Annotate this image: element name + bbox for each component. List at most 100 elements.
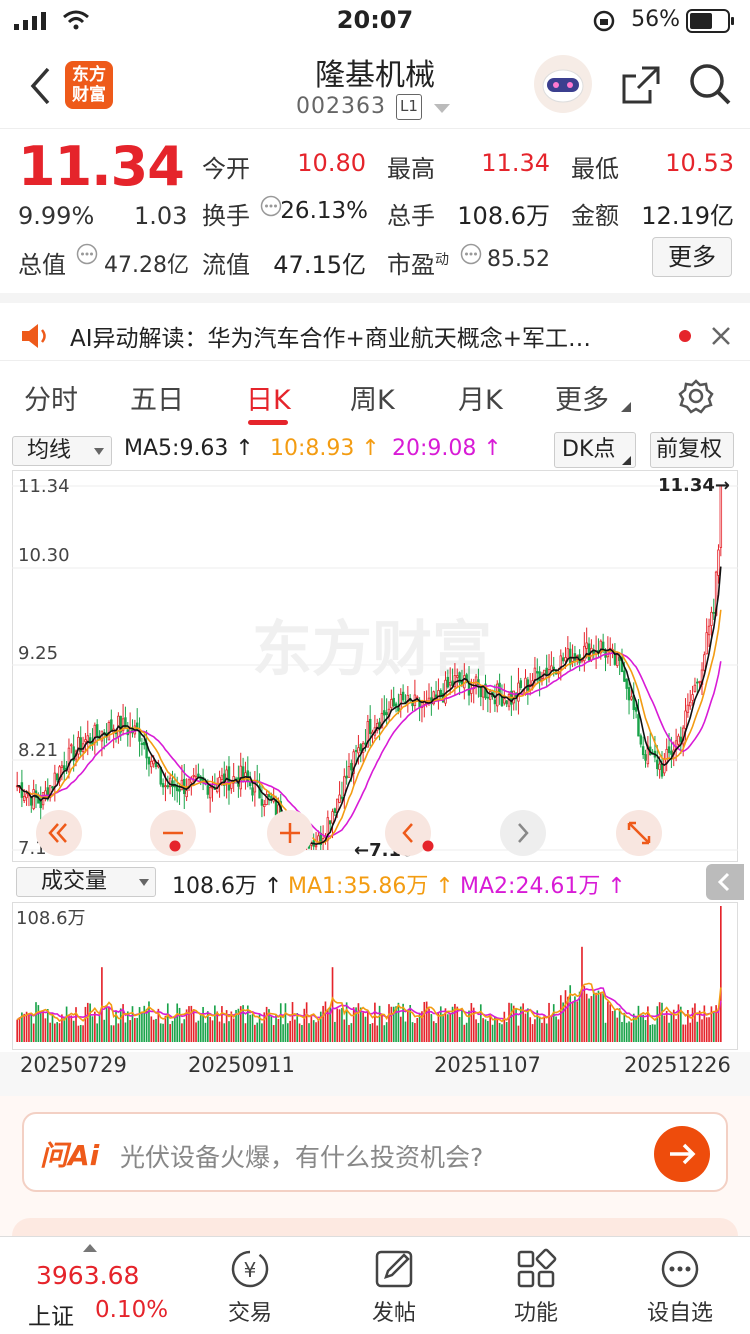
adjust-price-button[interactable]: 前复权	[650, 432, 734, 468]
candle-body	[644, 754, 647, 761]
volume-bar	[461, 1008, 463, 1042]
volume-bar	[503, 1011, 506, 1042]
zoom-in-button[interactable]	[267, 810, 313, 856]
more-quote-button[interactable]: 更多	[652, 237, 732, 277]
amount-label: 金额	[571, 202, 619, 230]
candle-body	[267, 794, 271, 798]
volume-bar	[675, 1019, 677, 1042]
volume-bar	[159, 1023, 162, 1042]
volume-chart[interactable]: 108.6万	[12, 902, 738, 1050]
volume-bar	[484, 1019, 487, 1042]
volume-bar	[310, 1016, 313, 1042]
volume-bar	[166, 1003, 169, 1042]
tab-monthly-k[interactable]: 月K	[458, 378, 503, 417]
info-dots-icon[interactable]	[460, 243, 482, 265]
tab-more[interactable]: 更多	[555, 378, 609, 417]
tab-daily-k[interactable]: 日K	[246, 378, 291, 417]
volume-bar	[138, 1007, 141, 1042]
candle-body	[147, 756, 151, 765]
tab-weekly-k[interactable]: 周K	[350, 378, 395, 417]
candle-body	[698, 680, 701, 683]
volume-bar	[705, 1017, 708, 1042]
volume-bar	[614, 1009, 616, 1042]
kline-chart[interactable]: 东方财富 11.34 10.30 9.25 8.21 7.16 11.34→ ←…	[12, 470, 738, 862]
candle-body	[166, 785, 170, 788]
candle-body	[486, 696, 490, 699]
tab-intraday[interactable]: 分时	[24, 378, 78, 417]
volume-bar	[199, 1015, 202, 1042]
volume-bar	[428, 1008, 430, 1042]
candle-body	[519, 680, 523, 689]
candle-body	[208, 786, 212, 799]
volume-bar	[350, 1023, 353, 1042]
volume-bar	[414, 1023, 416, 1042]
tab-five-day[interactable]: 五日	[130, 378, 184, 417]
index-change: 0.10%	[95, 1297, 169, 1323]
index-ticker[interactable]: 3963.68 上证 0.10%	[0, 1237, 180, 1334]
ai-ask-input[interactable]: 问Ai 光伏设备火爆，有什么投资机会?	[22, 1112, 728, 1192]
volume-bar	[482, 1018, 484, 1042]
volume-value: 108.6万	[457, 202, 550, 230]
nav-custom-watchlist[interactable]: 设自选	[630, 1247, 730, 1326]
volume-bar	[286, 1023, 289, 1042]
pe-label: 市盈动	[387, 251, 449, 279]
volume-bar	[197, 1020, 200, 1042]
volume-bar	[129, 1020, 131, 1042]
dropdown-triangle-icon	[94, 448, 104, 455]
date-label: 20251107	[434, 1053, 541, 1077]
search-icon[interactable]	[688, 62, 732, 106]
candle-body	[32, 789, 35, 810]
volume-value: 108.6万 ↑	[172, 874, 283, 899]
turnover-label: 换手	[202, 202, 250, 230]
nav-functions[interactable]: 功能	[486, 1247, 586, 1326]
volume-bar	[65, 1006, 68, 1042]
red-dot-icon	[422, 840, 434, 852]
volume-bar	[98, 1012, 101, 1042]
candle-body	[677, 735, 680, 745]
volume-bar	[656, 1006, 659, 1042]
ai-alert-banner[interactable]: AI异动解读：华为汽车合作+商业航天概念+军工…	[0, 293, 750, 361]
candle-body	[84, 739, 87, 743]
nav-post[interactable]: 发帖	[344, 1247, 444, 1326]
scroll-right-button[interactable]	[500, 810, 546, 856]
volume-bar	[376, 1025, 379, 1042]
volume-bar	[550, 1015, 553, 1042]
volume-bar	[423, 1001, 426, 1042]
collapse-panel-button[interactable]	[706, 864, 744, 900]
candle-body	[55, 773, 59, 781]
indicator-select[interactable]: 成交量	[16, 867, 156, 897]
candle-body	[67, 747, 71, 773]
volume-bar	[195, 1022, 197, 1042]
volume-bar	[371, 1023, 374, 1042]
share-icon[interactable]	[620, 64, 662, 106]
dropdown-triangle-icon[interactable]	[434, 104, 450, 114]
volume-bar	[364, 1016, 367, 1042]
candle-body	[630, 696, 633, 700]
candle-body	[533, 667, 537, 680]
ai-submit-button[interactable]	[654, 1126, 710, 1182]
volume-bar	[164, 1015, 167, 1042]
candle-body	[717, 549, 720, 576]
candle-body	[185, 790, 188, 798]
volume-bar	[30, 1014, 33, 1042]
candle-body	[161, 783, 165, 788]
volume-bar	[150, 1016, 153, 1042]
gear-icon[interactable]	[678, 378, 714, 414]
volume-bar	[265, 1006, 268, 1042]
volume-bar	[58, 1023, 61, 1042]
nav-trade[interactable]: ¥ 交易	[200, 1247, 300, 1326]
close-icon[interactable]	[711, 326, 731, 346]
volume-bar	[246, 1005, 249, 1042]
ai-robot-avatar-icon[interactable]	[533, 54, 593, 114]
info-dots-icon[interactable]	[76, 243, 98, 265]
volume-bar	[489, 1015, 492, 1042]
scroll-start-button[interactable]	[36, 810, 82, 856]
fullscreen-button[interactable]	[616, 810, 662, 856]
candle-body	[517, 682, 520, 702]
arrow-right-icon	[670, 1143, 696, 1165]
volume-bar	[221, 1006, 223, 1042]
float-cap-value: 47.15亿	[273, 251, 366, 279]
volume-bar	[545, 1023, 548, 1042]
volume-bar	[369, 1024, 372, 1042]
volume-bar	[298, 1023, 301, 1042]
